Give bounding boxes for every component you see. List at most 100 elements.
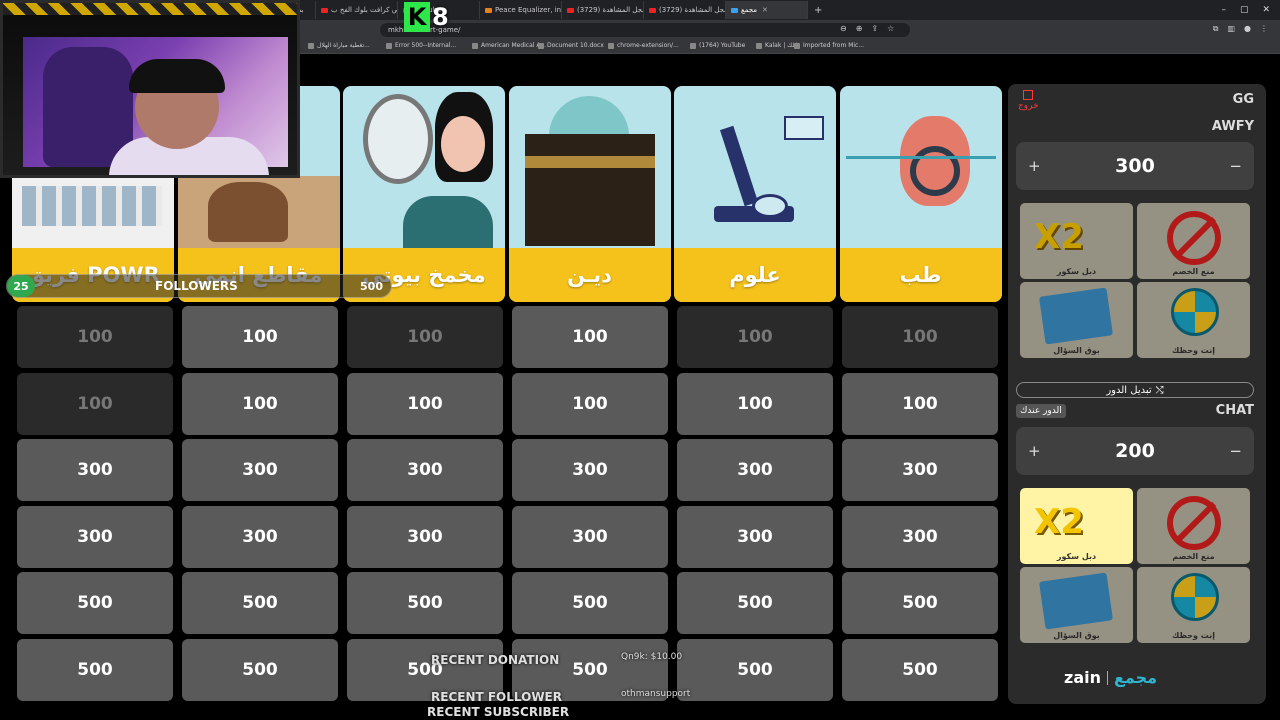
question-tile[interactable]: 300 <box>182 439 338 502</box>
question-tile: 100 <box>17 372 173 435</box>
question-tile[interactable]: 500 <box>677 572 833 635</box>
block-label: منع الخصم <box>1172 267 1215 276</box>
bookmark-item[interactable]: chrome-extension/... <box>608 42 679 49</box>
bookmark-favicon-icon <box>308 42 314 49</box>
question-tile[interactable]: 500 <box>677 639 833 701</box>
new-tab-button[interactable]: + <box>808 5 828 16</box>
question-tile[interactable]: 300 <box>347 439 503 502</box>
category-card: علوم <box>674 86 836 302</box>
browser-tab[interactable]: Peace Equalizer, interfac <box>480 1 562 19</box>
zoom-icon[interactable]: ⊖ <box>840 24 847 33</box>
question-tile[interactable]: 300 <box>512 439 668 502</box>
team1-powerups: X2 دبل سكور منع الخصم بوق السؤال إنت وحظ… <box>1020 203 1252 359</box>
question-tile[interactable]: 500 <box>512 572 668 635</box>
bookmark-item[interactable]: Document 10.docx <box>538 42 604 49</box>
question-tile[interactable]: 500 <box>182 639 338 701</box>
kick-k-icon: K <box>404 2 430 32</box>
team1-tag: GG <box>1232 92 1254 107</box>
zain-logo: zain <box>1064 668 1101 687</box>
team1-minus-button[interactable]: − <box>1229 157 1242 175</box>
extensions-icon[interactable]: ⧉ <box>1213 24 1219 34</box>
profile-icon[interactable]: ● <box>1244 24 1251 34</box>
question-tile[interactable]: 300 <box>17 439 173 502</box>
team2-score-control: + 200 − <box>1016 427 1254 475</box>
bookmark-star-icon[interactable]: ☆ <box>887 24 894 33</box>
question-tile[interactable]: 300 <box>842 439 998 502</box>
question-tile[interactable]: 300 <box>677 439 833 502</box>
followers-goal: 500 <box>360 280 383 293</box>
recent-follower-label: RECENT FOLLOWER <box>431 690 562 704</box>
bookmark-item[interactable]: تغطية مباراة الهلال... <box>308 42 370 49</box>
team2-luck-button[interactable]: إنت وحظك <box>1137 567 1250 643</box>
tab-label: Peace Equalizer, interfac <box>495 6 562 14</box>
tab-label: ماني كرافت بلوك الفخ ب <box>331 6 398 14</box>
question-tile[interactable]: 100 <box>842 372 998 435</box>
team1-score: 300 <box>1115 155 1155 177</box>
question-tile[interactable]: 500 <box>842 639 998 701</box>
menu-icon[interactable]: ⋮ <box>1260 24 1268 34</box>
question-tile[interactable]: 500 <box>182 572 338 635</box>
switch-turn-label: تبديل الدور <box>1106 384 1152 396</box>
bookmark-favicon-icon <box>538 42 544 49</box>
minimize-button[interactable]: – <box>1221 5 1226 15</box>
close-window-button[interactable]: ✕ <box>1262 5 1270 15</box>
sponsor-logos: zain مجمع <box>1064 668 1157 687</box>
call-label: بوق السؤال <box>1053 346 1100 355</box>
url-field[interactable]: mkhm… start-game/ <box>380 23 910 37</box>
share-icon[interactable]: ⇪ <box>871 24 878 33</box>
streamer-cap <box>129 59 225 93</box>
team1-double-score-button[interactable]: X2 دبل سكور <box>1020 203 1133 279</box>
question-tile[interactable]: 500 <box>17 639 173 701</box>
bookmark-favicon-icon <box>690 42 696 49</box>
question-tile[interactable]: 100 <box>182 372 338 435</box>
tab-favicon-icon <box>321 7 328 13</box>
bookmark-item[interactable]: (1764) YouTube <box>690 42 745 49</box>
team1-call-button[interactable]: بوق السؤال <box>1020 282 1133 358</box>
question-tile[interactable]: 500 <box>842 572 998 635</box>
x2-icon: X2 <box>1034 502 1084 542</box>
question-tile[interactable]: 300 <box>512 505 668 568</box>
bookmark-label: American Medical A... <box>481 42 547 49</box>
question-tile[interactable]: 100 <box>677 372 833 435</box>
question-tile[interactable]: 300 <box>17 505 173 568</box>
bookmark-label: Error 500--Internal... <box>395 42 457 49</box>
bookmark-item[interactable]: Kalak | كلك <box>756 42 797 49</box>
question-tile[interactable]: 300 <box>347 505 503 568</box>
sponsor-divider <box>1106 670 1108 685</box>
team1-block-button[interactable]: منع الخصم <box>1137 203 1250 279</box>
category-title: طب <box>839 248 1002 302</box>
sidebar-icon[interactable]: ▥ <box>1227 24 1235 34</box>
team1-luck-button[interactable]: إنت وحظك <box>1137 282 1250 358</box>
bookmark-item[interactable]: Imported from Mic... <box>794 42 864 49</box>
team2-double-score-button[interactable]: X2 دبل سكور <box>1020 488 1133 564</box>
kick-logo: K 8 <box>404 2 449 32</box>
bookmark-item[interactable]: Error 500--Internal... <box>386 42 456 49</box>
close-tab-icon[interactable]: ✕ <box>762 6 768 14</box>
browser-tab[interactable]: مجمع ✕ <box>726 1 808 19</box>
question-tile[interactable]: 100 <box>347 372 503 435</box>
question-tile[interactable]: 500 <box>17 572 173 635</box>
team2-plus-button[interactable]: + <box>1028 442 1041 460</box>
category-title: ديـن <box>508 248 671 302</box>
browser-tab[interactable]: ماني كرافت بلوك الفخ ب <box>316 1 398 19</box>
team2-block-button[interactable]: منع الخصم <box>1137 488 1250 564</box>
exit-button[interactable]: خروج <box>1018 90 1039 111</box>
luck-label: إنت وحظك <box>1172 346 1215 355</box>
question-tile[interactable]: 300 <box>182 505 338 568</box>
browser-tab[interactable]: (3729) سجل المشاهدة <box>644 1 726 19</box>
switch-turn-button[interactable]: تبديل الدور ⤭ <box>1016 382 1254 398</box>
browser-tab[interactable]: (3729) سجل المشاهدة <box>562 1 644 19</box>
question-tile[interactable]: 500 <box>347 572 503 635</box>
question-tile[interactable]: 100 <box>512 306 668 368</box>
translate-icon[interactable]: ⊕ <box>856 24 863 33</box>
bookmark-item[interactable]: American Medical A... <box>472 42 546 49</box>
question-tile[interactable]: 300 <box>842 505 998 568</box>
question-tile[interactable]: 100 <box>512 372 668 435</box>
category-title: علوم <box>674 248 836 302</box>
team1-plus-button[interactable]: + <box>1028 157 1041 175</box>
team2-minus-button[interactable]: − <box>1229 442 1242 460</box>
question-tile[interactable]: 300 <box>677 505 833 568</box>
team2-call-button[interactable]: بوق السؤال <box>1020 567 1133 643</box>
question-tile[interactable]: 100 <box>182 306 338 368</box>
maximize-button[interactable]: ▢ <box>1240 5 1249 15</box>
